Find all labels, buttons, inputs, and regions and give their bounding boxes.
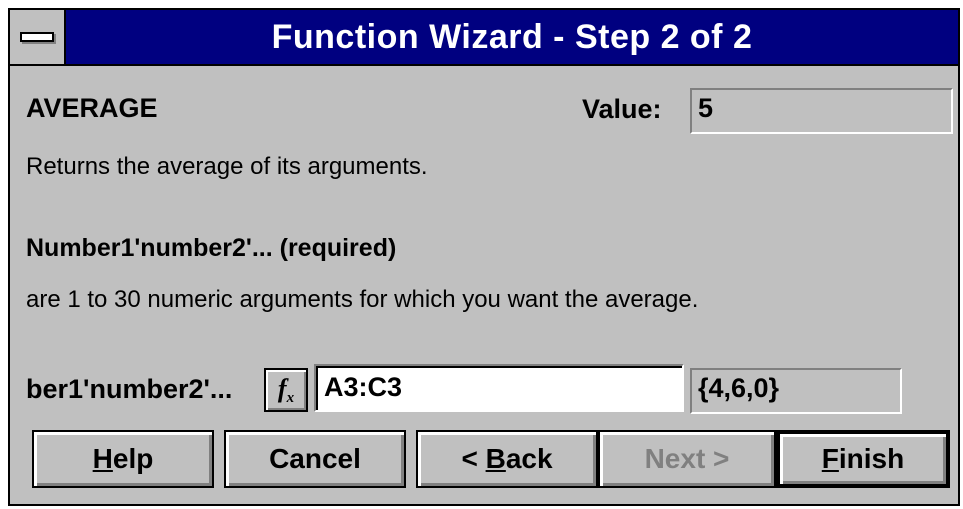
fx-icon: fx [277,373,295,406]
window-title: Function Wizard - Step 2 of 2 [271,17,753,56]
finish-label-rest: inish [838,443,905,474]
value-display: 5 [690,88,953,134]
cancel-button[interactable]: Cancel [224,430,406,488]
argument-result: {4,6,0} [690,368,902,414]
next-button[interactable]: Next > [598,430,776,488]
argument-name: Number1'number2'... (required) [26,234,397,262]
back-button[interactable]: < Back [416,430,598,488]
help-mnemonic: H [92,443,113,474]
back-label-rest: ack [505,443,553,474]
system-menu-button[interactable] [10,10,66,64]
argument-description: are 1 to 30 numeric arguments for which … [26,286,699,313]
argument-field-label: ber1'number2'... [26,374,233,404]
back-prefix: < [461,443,486,474]
function-wizard-dialog: Function Wizard - Step 2 of 2 AVERAGE Va… [8,8,960,506]
back-mnemonic: B [485,443,506,474]
help-label-rest: elp [112,443,154,474]
system-menu-icon [20,32,54,42]
title-bar: Function Wizard - Step 2 of 2 [10,10,958,66]
function-button[interactable]: fx [264,368,308,412]
finish-mnemonic: F [821,443,839,474]
help-button[interactable]: Help [32,430,214,488]
argument-input[interactable]: A3:C3 [314,364,684,412]
function-description: Returns the average of its arguments. [26,153,428,180]
function-name: AVERAGE [26,93,158,123]
finish-button[interactable]: Finish [776,430,950,488]
value-label: Value: [582,94,662,124]
